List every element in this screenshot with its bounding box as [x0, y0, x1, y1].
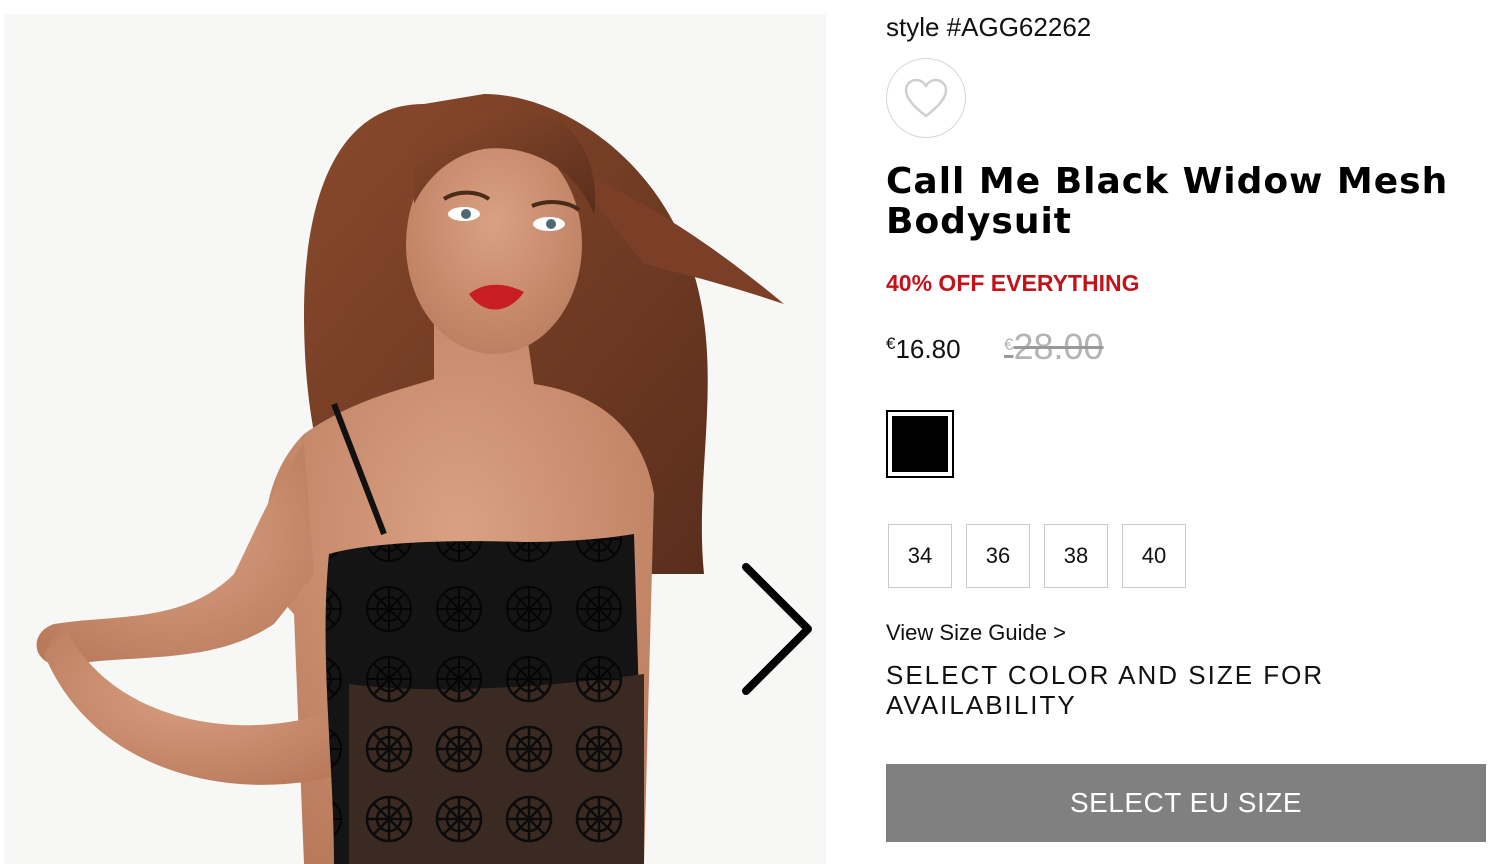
- heart-outline-icon: [904, 78, 948, 118]
- size-option-36[interactable]: 36: [966, 524, 1030, 588]
- color-swatch-black[interactable]: [886, 410, 954, 478]
- size-option-38[interactable]: 38: [1044, 524, 1108, 588]
- size-guide-link[interactable]: View Size Guide >: [886, 620, 1066, 646]
- promo-banner: 40% OFF EVERYTHING: [886, 270, 1140, 296]
- product-image-gallery[interactable]: [4, 14, 826, 864]
- size-option-40[interactable]: 40: [1122, 524, 1186, 588]
- size-option-34[interactable]: 34: [888, 524, 952, 588]
- current-price: €16.80: [886, 334, 961, 365]
- select-size-button[interactable]: SELECT EU SIZE: [886, 764, 1486, 842]
- next-image-button[interactable]: [734, 559, 824, 699]
- product-page: style #AGG62262 Call Me Black Widow Mesh…: [0, 0, 1512, 864]
- original-price: €28.00: [1004, 326, 1104, 368]
- size-selector: 34 36 38 40: [888, 524, 1186, 588]
- style-code: style #AGG62262: [886, 12, 1092, 42]
- product-title: Call Me Black Widow Mesh Bodysuit: [886, 161, 1449, 242]
- availability-message: SELECT COLOR AND SIZE FOR AVAILABILITY: [886, 660, 1325, 720]
- color-swatch-fill: [892, 416, 948, 472]
- wishlist-button[interactable]: [886, 58, 966, 138]
- original-price-value: 28.00: [1013, 326, 1104, 367]
- current-price-value: 16.80: [895, 334, 961, 364]
- chevron-right-icon: [742, 563, 812, 695]
- product-photo: [4, 14, 826, 864]
